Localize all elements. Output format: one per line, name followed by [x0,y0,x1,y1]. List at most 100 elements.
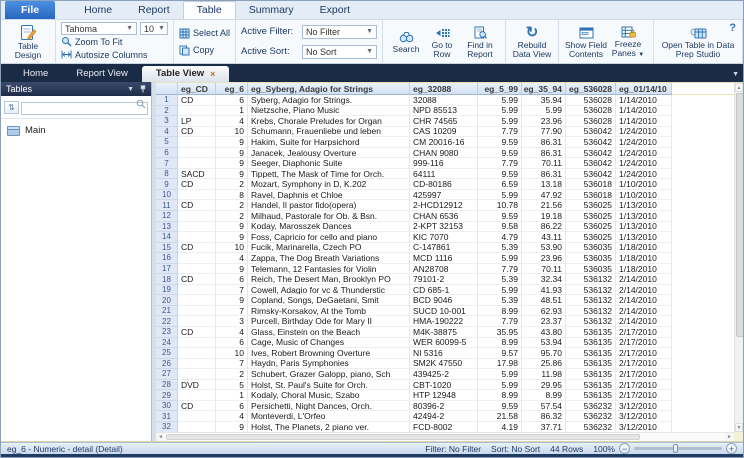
zoom-out-button[interactable]: − [619,443,630,454]
cell[interactable]: 4 [216,327,248,338]
cell[interactable]: 536135 [566,390,616,401]
cell[interactable]: 1/24/2010 [616,148,672,159]
cell[interactable]: 35.94 [522,95,566,106]
cell[interactable]: 9 [216,295,248,306]
cell[interactable]: 53.94 [522,338,566,349]
row-number[interactable]: 24 [156,338,178,349]
scroll-down-icon[interactable]: ▼ [735,423,743,432]
row-number[interactable]: 20 [156,295,178,306]
cell[interactable]: Schumann, Frauenliebe und leben [248,127,410,138]
cell[interactable]: 23.96 [522,116,566,127]
scroll-up-icon[interactable]: ▲ [735,83,743,92]
cell[interactable]: 9.59 [478,148,522,159]
vertical-scrollbar[interactable]: ▲ ▼ [734,83,743,432]
cell[interactable]: 2/14/2010 [616,274,672,285]
tab-file[interactable]: File [5,1,55,19]
cell[interactable]: 536132 [566,295,616,306]
cell[interactable] [178,348,216,359]
cell[interactable]: 86.31 [522,148,566,159]
cell[interactable] [178,264,216,275]
cell[interactable]: 536035 [566,243,616,254]
go-to-row-button[interactable]: Go to Row [424,25,460,59]
cell[interactable]: 64111 [410,169,478,180]
cell[interactable]: 1 [216,390,248,401]
cell[interactable]: 5.99 [478,95,522,106]
cell[interactable]: 536035 [566,264,616,275]
cell[interactable]: 2/17/2010 [616,359,672,370]
cell[interactable]: Copland, Songs, DeGaetani, Smit [248,295,410,306]
cell[interactable]: 86.22 [522,222,566,233]
cell[interactable]: 29.95 [522,380,566,391]
cell[interactable]: 3/12/2010 [616,411,672,422]
column-header[interactable]: eg_536028 [566,83,616,95]
cell[interactable]: CD [178,179,216,190]
cell[interactable]: 2-HCD12912 [410,200,478,211]
copy-button[interactable]: Copy [179,44,230,57]
font-name-select[interactable]: Tahoma▼ [61,22,137,35]
cell[interactable]: Foss, Capricio for cello and piano [248,232,410,243]
cell[interactable]: 43.11 [522,232,566,243]
cell[interactable]: Schubert, Grazer Galopp, piano, Sch [248,369,410,380]
cell[interactable]: 9.59 [478,137,522,148]
cell[interactable]: CD [178,401,216,412]
cell[interactable]: 37.71 [522,422,566,432]
cell[interactable]: SUCD 10-001 [410,306,478,317]
cell[interactable]: 86.31 [522,169,566,180]
cell[interactable]: 8.99 [478,306,522,317]
cell[interactable]: CD [178,243,216,254]
tab-home[interactable]: Home [71,2,125,19]
cell[interactable] [178,253,216,264]
cell[interactable] [178,158,216,169]
cell[interactable]: 9 [216,137,248,148]
cell[interactable]: 10 [216,348,248,359]
cell[interactable]: 536135 [566,369,616,380]
cell[interactable]: FCD-8002 [410,422,478,432]
cell[interactable]: 9.59 [478,211,522,222]
cell[interactable] [178,285,216,296]
cell[interactable]: Handel, Il pastor fido(opera) [248,200,410,211]
cell[interactable]: KIC 7070 [410,232,478,243]
cell[interactable]: 7.79 [478,264,522,275]
cell[interactable]: 7.79 [478,158,522,169]
cell[interactable]: 536135 [566,348,616,359]
cell[interactable]: 536025 [566,211,616,222]
cell[interactable] [178,232,216,243]
column-header[interactable]: eg_32088 [410,83,478,95]
cell[interactable]: 9 [216,232,248,243]
row-number[interactable]: 2 [156,106,178,117]
cell[interactable]: Haydn, Paris Symphonies [248,359,410,370]
cell[interactable] [178,106,216,117]
vertical-scroll-thumb[interactable] [736,93,744,337]
cell[interactable]: 2/17/2010 [616,369,672,380]
cell[interactable]: 10.78 [478,200,522,211]
doc-tab-table-view[interactable]: Table View× [142,66,230,82]
rebuild-data-view-button[interactable]: ↻ Rebuild Data View [511,24,553,59]
cell[interactable]: 5.99 [478,106,522,117]
cell[interactable]: 5.99 [478,285,522,296]
cell[interactable]: HTP 12948 [410,390,478,401]
cell[interactable]: 9 [216,158,248,169]
row-number[interactable]: 30 [156,401,178,412]
cell[interactable]: 536135 [566,380,616,391]
cell[interactable]: 536232 [566,411,616,422]
cell[interactable]: 62.93 [522,306,566,317]
cell[interactable]: CD [178,95,216,106]
cell[interactable]: 2/14/2010 [616,295,672,306]
cell[interactable]: 1/24/2010 [616,127,672,138]
cell[interactable]: BCD 9046 [410,295,478,306]
horizontal-scrollbar[interactable]: ◄ ► [156,432,734,441]
scroll-left-icon[interactable]: ◄ [156,433,165,441]
cell[interactable]: 5.39 [478,274,522,285]
cell[interactable]: 536132 [566,274,616,285]
cell[interactable]: 1/24/2010 [616,158,672,169]
doc-tab-report-view[interactable]: Report View [62,66,142,82]
cell[interactable]: 4 [216,411,248,422]
cell[interactable]: 19.18 [522,211,566,222]
show-field-contents-button[interactable]: Show Field Contents [564,25,608,59]
cell[interactable]: 2/17/2010 [616,338,672,349]
column-header[interactable]: eg_CD [178,83,216,95]
cell[interactable]: NPD 85513 [410,106,478,117]
cell[interactable]: 5.99 [478,116,522,127]
row-number[interactable]: 10 [156,190,178,201]
cell[interactable]: 9 [216,264,248,275]
